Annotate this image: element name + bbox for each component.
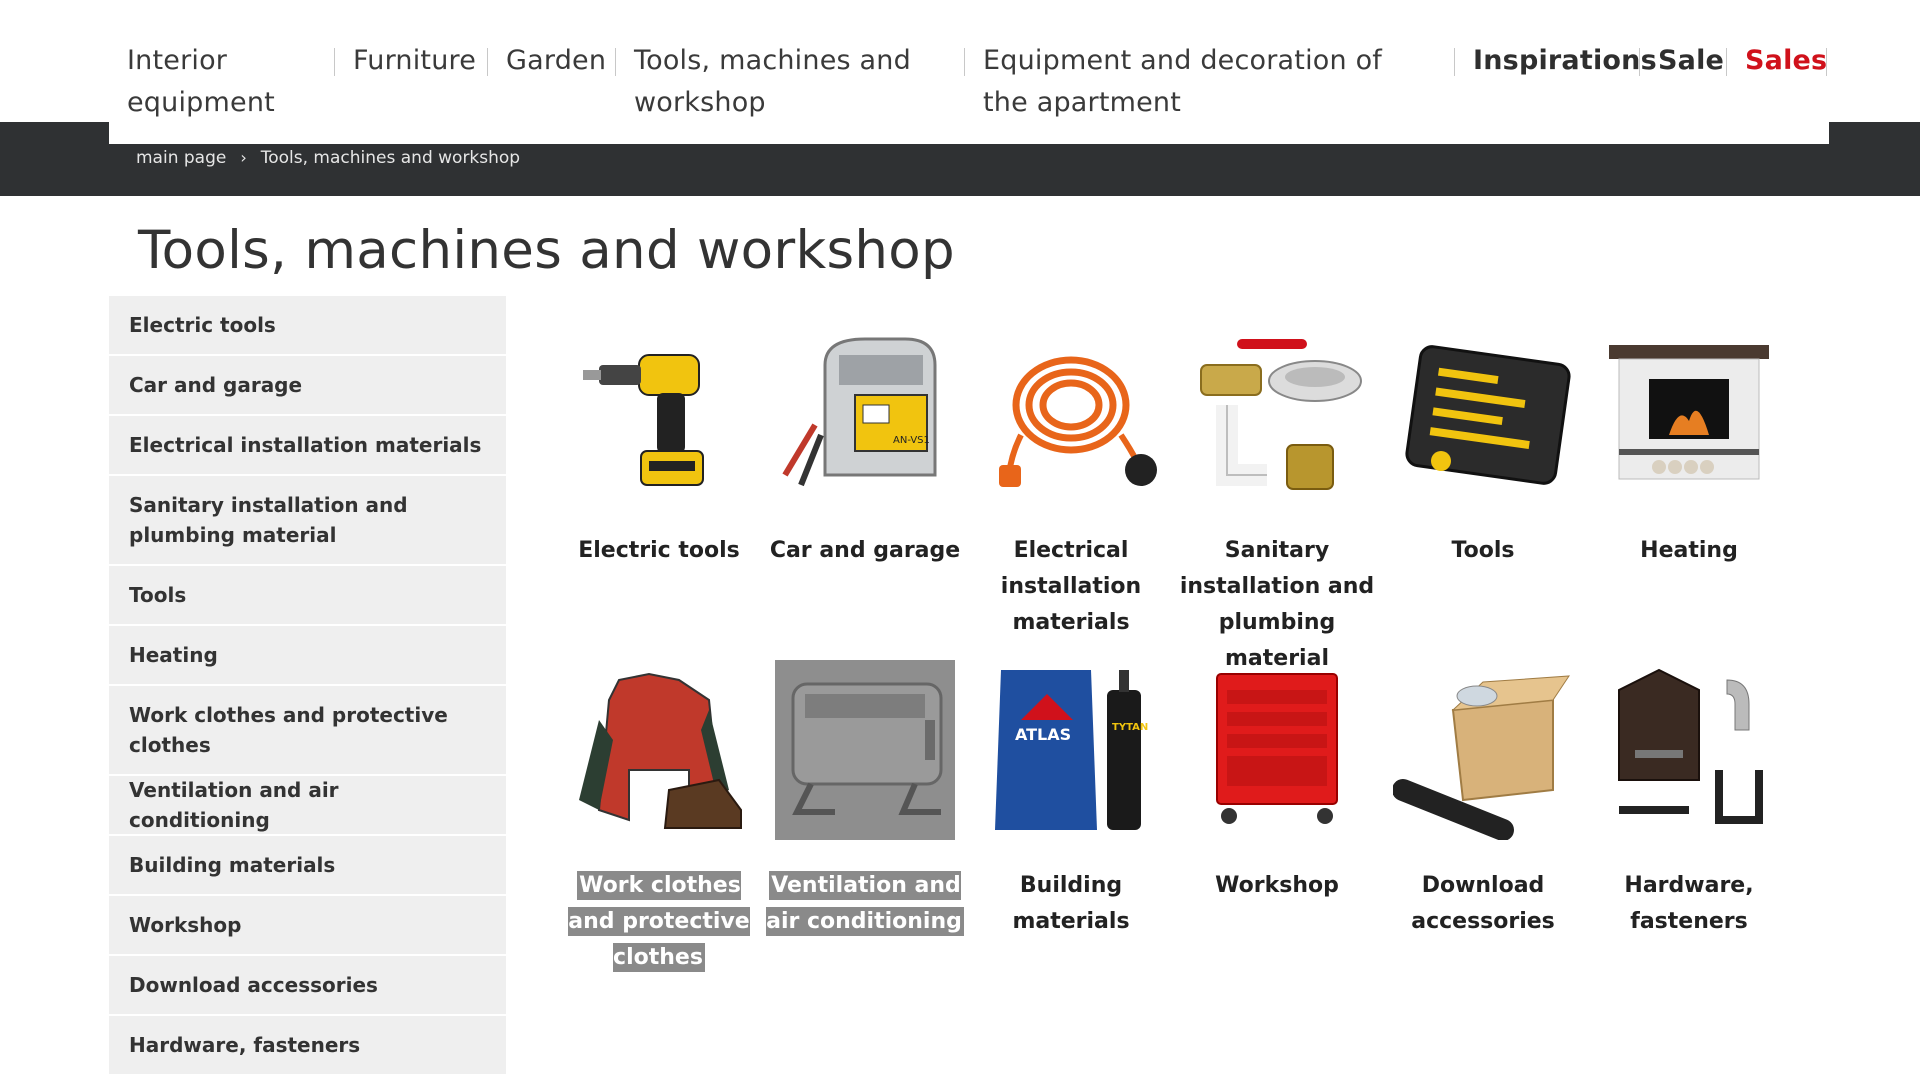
nav-sales[interactable]: Sales [1745,40,1827,82]
category-card-workshop[interactable]: Workshop [1174,660,1380,904]
battery-charger-icon: AN-VS1 [775,325,955,505]
category-card-building-materials[interactable]: ATLAS TYTAN Building materials [968,660,1174,940]
category-label: Work clothes and protective clothes [556,868,762,976]
cement-brand-text: ATLAS [1015,725,1071,744]
category-card-tools[interactable]: Tools [1380,325,1586,569]
sidebar-item-electrical-installation[interactable]: Electrical installation materials [109,416,506,476]
category-label: Building materials [1012,873,1130,934]
nav-furniture[interactable]: Furniture [353,40,476,82]
nav-separator [1726,48,1727,76]
top-navigation: Interior equipment Furniture Garden Tool… [109,0,1829,144]
nav-separator [964,48,965,76]
breadcrumb-current: Tools, machines and workshop [260,148,521,168]
nav-sale[interactable]: Sale [1658,40,1724,82]
category-label: Electrical installation materials [1000,538,1142,635]
category-label: Tools [1451,538,1515,563]
breadcrumb: main page › Tools, machines and workshop [136,148,520,168]
sidebar-item-heating[interactable]: Heating [109,626,506,686]
category-label: Sanitary installation and plumbing mater… [1179,538,1375,671]
category-label: Download accessories [1411,873,1555,934]
charger-model-text: AN-VS1 [893,435,930,446]
convector-heater-icon [775,660,955,840]
cardboard-box-icon [1393,660,1573,840]
cement-bag-icon: ATLAS TYTAN [981,660,1161,840]
nav-equipment-decoration[interactable]: Equipment and decoration of the apartmen… [983,40,1423,124]
category-label: Workshop [1215,873,1339,898]
category-label: Car and garage [769,538,961,563]
sidebar-item-download-accessories[interactable]: Download accessories [109,956,506,1016]
mailbox-hardware-icon [1599,660,1779,840]
category-label: Heating [1640,538,1738,563]
drill-icon [569,325,749,505]
sidebar-item-work-clothes[interactable]: Work clothes and protective clothes [109,686,506,776]
nav-separator [487,48,488,76]
plumbing-fittings-icon [1187,325,1367,505]
sidebar-item-electric-tools[interactable]: Electric tools [109,296,506,356]
toolbox-icon [1393,325,1573,505]
category-card-ventilation[interactable]: Ventilation and air conditioning [762,660,968,940]
sidebar-item-sanitary-plumbing[interactable]: Sanitary installation and plumbing mater… [109,476,506,566]
selected-label-highlight: Ventilation and air conditioning [766,871,964,936]
nav-separator [1826,48,1827,76]
extension-cord-icon [981,325,1161,505]
sidebar-item-car-garage[interactable]: Car and garage [109,356,506,416]
breadcrumb-home-link[interactable]: main page [136,148,226,168]
nav-garden[interactable]: Garden [506,40,606,82]
selected-label-highlight: Work clothes and protective clothes [568,871,750,972]
category-card-heating[interactable]: Heating [1586,325,1792,569]
nav-separator [1639,48,1640,76]
page-title: Tools, machines and workshop [138,220,955,281]
nav-interior-equipment[interactable]: Interior equipment [127,40,317,124]
sidebar-item-workshop[interactable]: Workshop [109,896,506,956]
category-card-car-garage[interactable]: AN-VS1 Car and garage [762,325,968,569]
sidebar-item-tools[interactable]: Tools [109,566,506,626]
category-sidebar: Electric tools Car and garage Electrical… [109,296,506,1076]
nav-separator [1454,48,1455,76]
category-card-work-clothes[interactable]: Work clothes and protective clothes [556,660,762,976]
nav-tools-machines-workshop[interactable]: Tools, machines and workshop [634,40,934,124]
sidebar-item-building-materials[interactable]: Building materials [109,836,506,896]
category-card-electrical-installation[interactable]: Electrical installation materials [968,325,1174,641]
nav-separator [334,48,335,76]
category-label: Ventilation and air conditioning [762,868,968,940]
category-card-sanitary-plumbing[interactable]: Sanitary installation and plumbing mater… [1174,325,1380,677]
category-card-hardware-fasteners[interactable]: Hardware, fasteners [1586,660,1792,940]
sealant-brand-text: TYTAN [1112,722,1148,733]
sidebar-item-ventilation[interactable]: Ventilation and air conditioning [109,776,506,836]
category-card-download-accessories[interactable]: Download accessories [1380,660,1586,940]
category-card-electric-tools[interactable]: Electric tools [556,325,762,569]
tool-cabinet-icon [1187,660,1367,840]
jacket-boot-icon [569,660,749,840]
fireplace-icon [1599,325,1779,505]
sidebar-item-hardware-fasteners[interactable]: Hardware, fasteners [109,1016,506,1076]
category-label: Electric tools [578,538,740,563]
nav-inspirations[interactable]: Inspirations [1473,40,1657,82]
category-label: Hardware, fasteners [1624,873,1754,934]
chevron-right-icon: › [240,148,247,167]
nav-separator [615,48,616,76]
